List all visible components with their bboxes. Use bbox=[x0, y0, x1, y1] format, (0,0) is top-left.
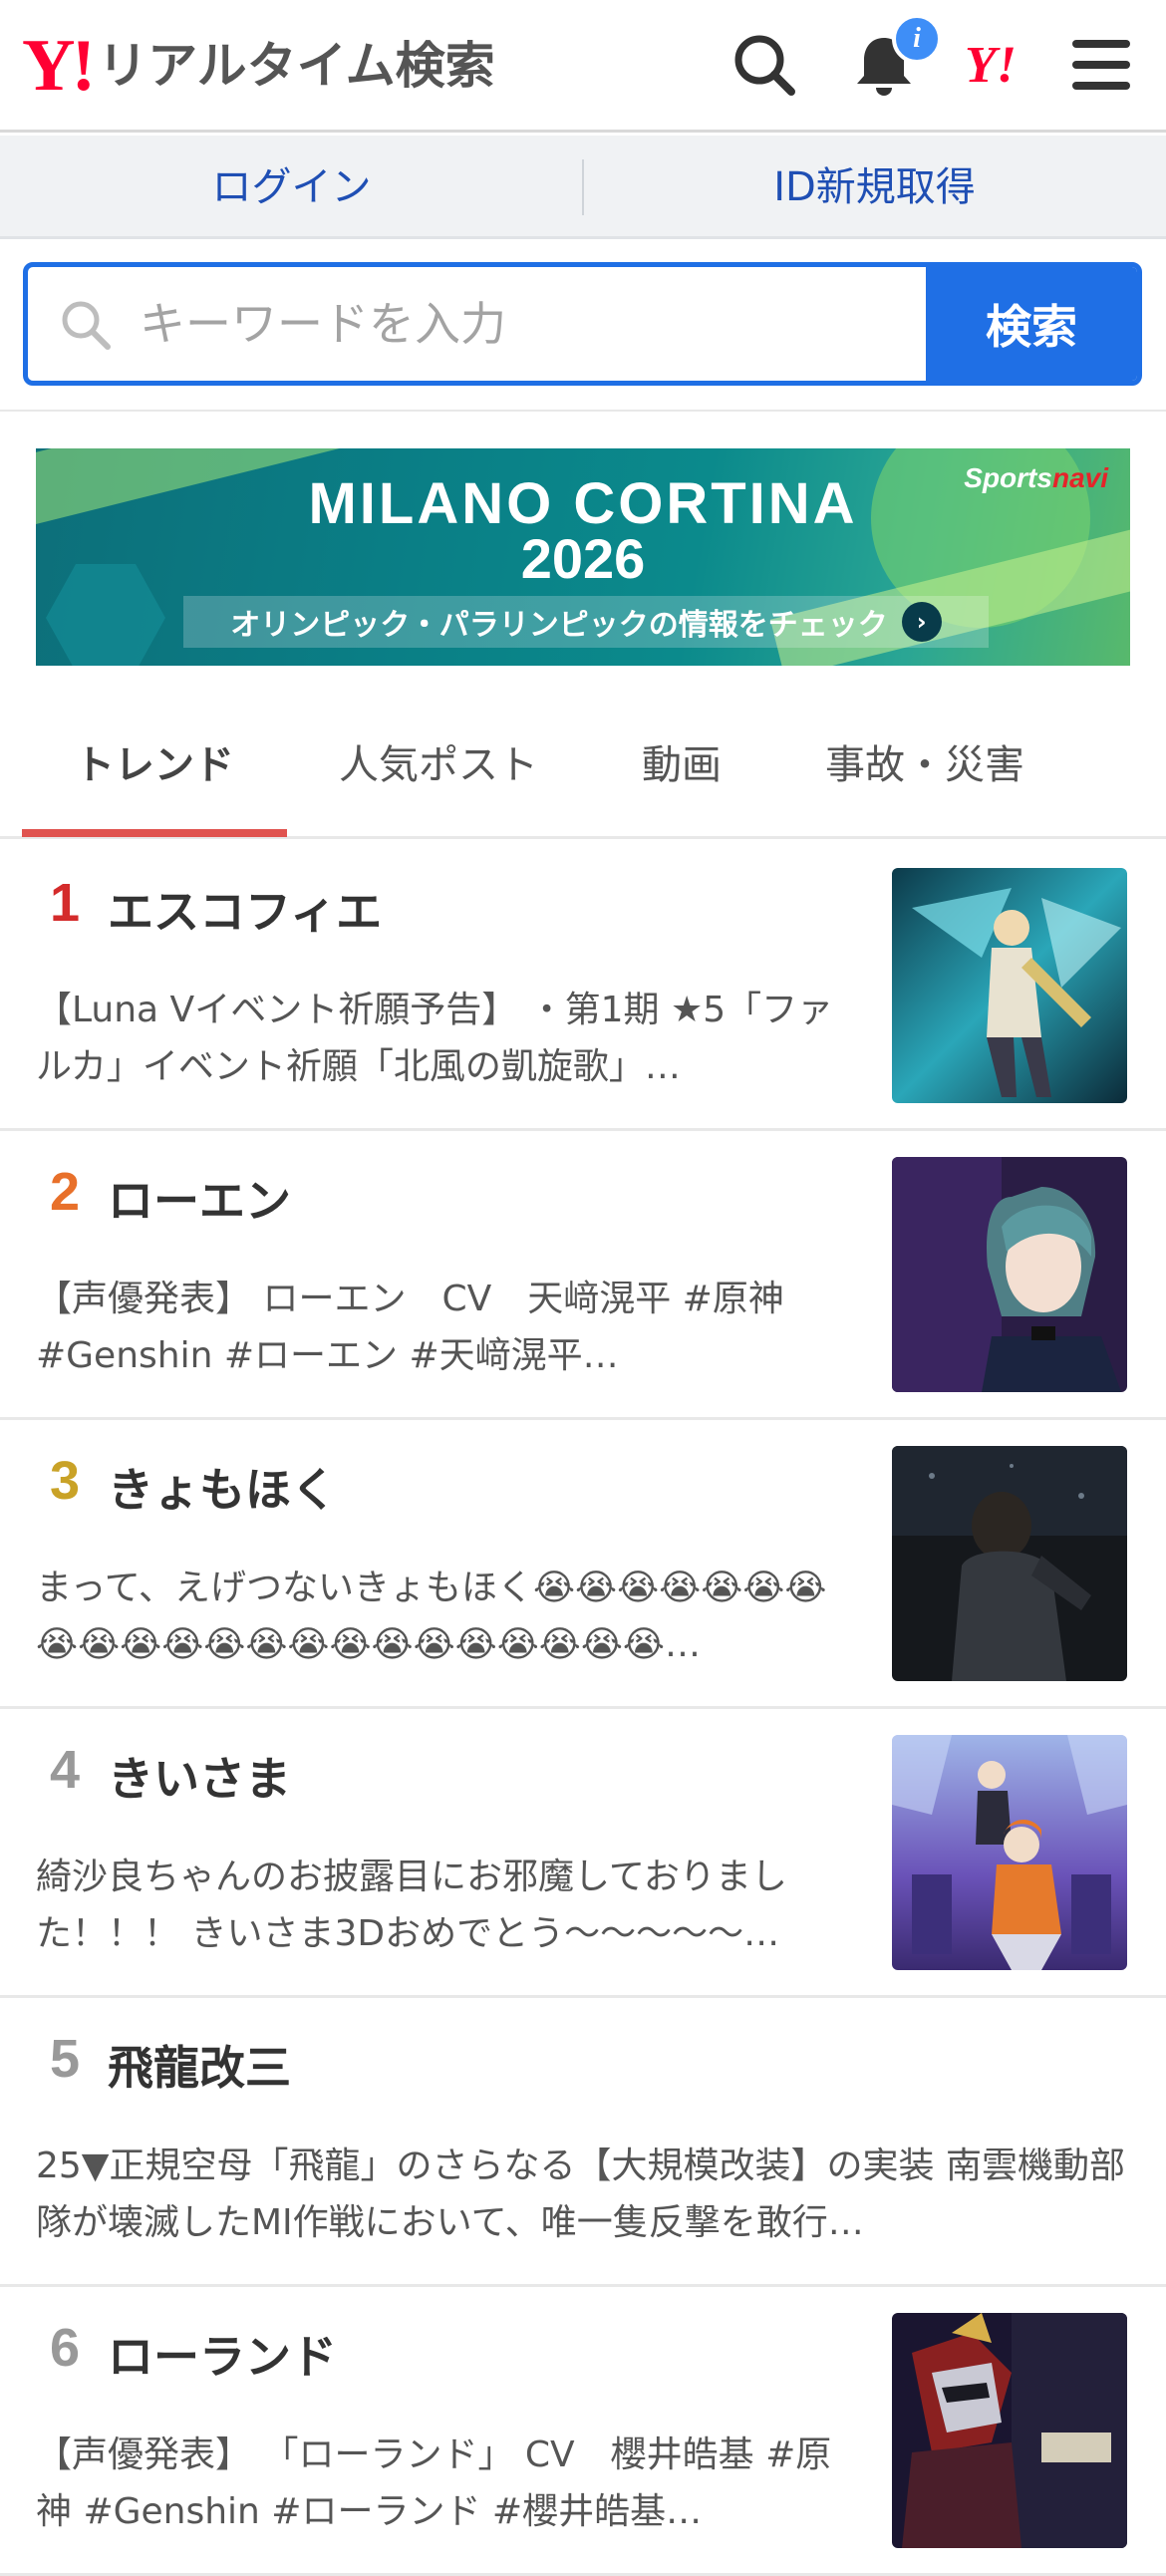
trend-thumbnail bbox=[892, 1446, 1127, 1681]
trend-rank: 6 bbox=[50, 2318, 81, 2378]
trend-item[interactable]: 2 ローエン 【声優発表】 ローエン CV 天﨑滉平 #原神 #Genshin … bbox=[0, 1131, 1166, 1420]
olympics-banner[interactable]: MILANO CORTINA 2026 Sportsnavi オリンピック・パラ… bbox=[36, 448, 1130, 666]
trend-description: 【Luna Vイベント祈願予告】 ・第1期 ★5「ファルカ」イベント祈願「北風の… bbox=[36, 990, 834, 1087]
trend-description: まって、えげつないきょもほく😭😭😭😭😭😭😭😭😭😭😭😭😭😭😭😭😭😭😭😭😭😭… bbox=[36, 1568, 827, 1665]
trend-title: 飛龍改三 bbox=[108, 2041, 291, 2095]
search-form: 検索 bbox=[23, 262, 1142, 386]
trend-description: 【声優発表】 ローエン CV 天﨑滉平 #原神 #Genshin #ローエン #… bbox=[36, 1279, 784, 1376]
trend-item[interactable]: 4 きいさま 綺沙良ちゃんのお披露目にお邪魔しておりました！！！ きいさま3Dお… bbox=[0, 1709, 1166, 1998]
trend-rank: 1 bbox=[50, 873, 81, 933]
trend-title: ローエン bbox=[108, 1174, 291, 1228]
app-header: Y! リアルタイム検索 i Y! bbox=[0, 0, 1166, 133]
category-tabs: トレンド 人気ポスト 動画 事故・災害 bbox=[0, 698, 1166, 839]
search-button[interactable]: 検索 bbox=[926, 267, 1137, 381]
trend-title: きいさま bbox=[108, 1752, 291, 1806]
login-link[interactable]: ログイン bbox=[0, 136, 583, 239]
banner-cta-text: オリンピック・パラリンピックの情報をチェック bbox=[230, 608, 888, 643]
trend-rank: 5 bbox=[50, 2029, 81, 2089]
yahoo-japan-icon[interactable]: Y! bbox=[963, 34, 1042, 104]
chevron-right-icon: › bbox=[901, 602, 942, 642]
brand-part1: Sports bbox=[964, 462, 1052, 493]
yahoo-realtime-logo[interactable]: Y! リアルタイム検索 bbox=[22, 26, 495, 106]
signup-link[interactable]: ID新規取得 bbox=[583, 136, 1166, 239]
trend-rank: 3 bbox=[50, 1451, 81, 1511]
account-bar: ログイン ID新規取得 bbox=[0, 136, 1166, 239]
sportsnavi-logo: Sportsnavi bbox=[964, 462, 1108, 494]
trend-item[interactable]: 6 ローランド 【声優発表】 「ローランド」 CV 櫻井皓基 #原神 #Gens… bbox=[0, 2287, 1166, 2576]
banner-year: 2026 bbox=[520, 527, 646, 590]
logo-title: リアルタイム検索 bbox=[98, 37, 495, 95]
tab-popular-posts[interactable]: 人気ポスト bbox=[319, 698, 558, 833]
search-input[interactable] bbox=[140, 267, 937, 381]
tab-accidents-disasters[interactable]: 事故・災害 bbox=[797, 698, 1052, 833]
search-section: 検索 bbox=[0, 242, 1166, 412]
trend-thumbnail bbox=[892, 868, 1127, 1103]
brand-part2: navi bbox=[1051, 462, 1108, 493]
search-field-icon bbox=[58, 297, 114, 353]
trend-item[interactable]: 5 飛龍改三 25▼正規空母「飛龍」のさらなる【大規模改装】の実装 南雲機動部隊… bbox=[0, 1998, 1166, 2287]
trend-rank: 2 bbox=[50, 1162, 81, 1222]
hamburger-menu-icon[interactable] bbox=[1066, 30, 1136, 100]
trend-item[interactable]: 3 きょもほく まって、えげつないきょもほく😭😭😭😭😭😭😭😭😭😭😭😭😭😭😭😭😭😭… bbox=[0, 1420, 1166, 1709]
trend-thumbnail bbox=[892, 1735, 1127, 1970]
trend-rank: 4 bbox=[50, 1740, 81, 1800]
search-icon[interactable] bbox=[729, 30, 799, 100]
trend-title: ローランド bbox=[108, 2330, 337, 2384]
trend-title: きょもほく bbox=[108, 1463, 337, 1517]
yj-mark-text: Y! bbox=[965, 37, 1017, 94]
banner-cta[interactable]: オリンピック・パラリンピックの情報をチェック › bbox=[183, 596, 989, 648]
trend-description: 25▼正規空母「飛龍」のさらなる【大規模改装】の実装 南雲機動部隊が壊滅したMI… bbox=[36, 2146, 1125, 2243]
trend-title: エスコフィエ bbox=[108, 885, 383, 939]
tab-trend[interactable]: トレンド bbox=[22, 698, 287, 837]
tab-videos[interactable]: 動画 bbox=[598, 698, 765, 833]
trend-description: 綺沙良ちゃんのお披露目にお邪魔しておりました！！！ きいさま3Dおめでとう〜〜〜… bbox=[36, 1857, 787, 1954]
yahoo-logo-mark: Y! bbox=[22, 25, 96, 107]
trend-thumbnail bbox=[892, 1157, 1127, 1392]
trend-thumbnail bbox=[892, 2313, 1127, 2548]
trend-item[interactable]: 1 エスコフィエ 【Luna Vイベント祈願予告】 ・第1期 ★5「ファルカ」イ… bbox=[0, 842, 1166, 1131]
notification-badge: i bbox=[892, 14, 942, 64]
